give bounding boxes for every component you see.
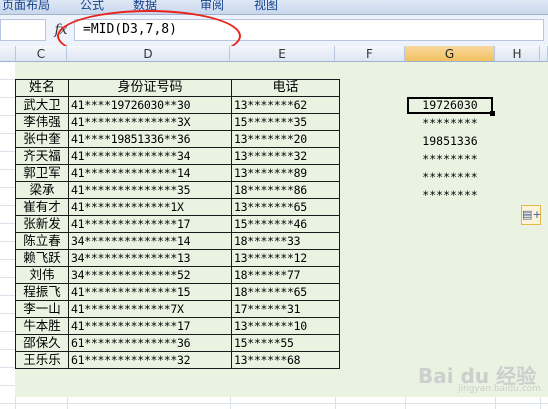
phone-cell[interactable]: 17******31 (231, 300, 340, 318)
watermark-url: jingyan.baidu.com (458, 384, 542, 394)
active-cell-g3[interactable]: 19726030 (407, 97, 493, 114)
phone-cell[interactable]: 18*******65 (231, 283, 340, 301)
header-id[interactable]: 身份证号码 (68, 79, 232, 97)
table-row: 刘伟 34**************52 18******77 (15, 266, 340, 284)
name-cell[interactable]: 程振飞 (15, 283, 69, 301)
table-row: 郭卫军 41**************14 13*******89 (15, 164, 340, 182)
watermark-logo: Bai du 经验 jingyan.baidu.com (418, 360, 546, 400)
phone-cell[interactable]: 18*******86 (231, 181, 340, 199)
id-cell[interactable]: 41**************35 (68, 181, 232, 199)
tab-formulas[interactable]: 公式 (80, 0, 104, 13)
phone-cell[interactable]: 13*******12 (231, 249, 340, 267)
phone-cell[interactable]: 15*******35 (231, 113, 340, 131)
id-cell[interactable]: 41**************3X (68, 113, 232, 131)
phone-cell[interactable]: 18******33 (231, 232, 340, 250)
column-header-e[interactable]: E (230, 46, 335, 62)
name-cell[interactable]: 刘伟 (15, 266, 69, 284)
name-cell[interactable]: 陈立春 (15, 232, 69, 250)
phone-cell[interactable]: 13*******10 (231, 317, 340, 335)
id-cell[interactable]: 41**************17 (68, 215, 232, 233)
table-row: 王乐乐 61**************32 13******68 (15, 351, 340, 369)
id-cell[interactable]: 41****19851336**36 (68, 130, 232, 148)
table-row: 赖飞跃 34**************13 13*******12 (15, 249, 340, 267)
id-cell[interactable]: 41*************1X (68, 198, 232, 216)
name-cell[interactable]: 邵保久 (15, 334, 69, 352)
ribbon-tabs: 页面布局 公式 数据 审阅 视图 (0, 0, 548, 15)
id-cell[interactable]: 34**************13 (68, 249, 232, 267)
name-cell[interactable]: 赖飞跃 (15, 249, 69, 267)
name-cell[interactable]: 齐天福 (15, 147, 69, 165)
name-box[interactable] (0, 19, 46, 41)
table-row: 张中奎 41****19851336**36 13*******20 (15, 130, 340, 148)
column-header-f[interactable]: F (335, 46, 405, 62)
id-cell[interactable]: 61**************36 (68, 334, 232, 352)
table-row: 李伟强 41**************3X 15*******35 (15, 113, 340, 131)
id-cell[interactable]: 41****19726030**30 (68, 96, 232, 114)
data-table: 姓名 身份证号码 电话 武大卫 41****19726030**30 13*****… (15, 79, 340, 369)
formula-bar: fx =MID(D3,7,8) (0, 15, 548, 47)
id-cell[interactable]: 34**************14 (68, 232, 232, 250)
column-header-d[interactable]: D (67, 46, 230, 62)
phone-cell[interactable]: 13*******20 (231, 130, 340, 148)
name-cell[interactable]: 李一山 (15, 300, 69, 318)
name-cell[interactable]: 梁承 (15, 181, 69, 199)
name-cell[interactable]: 郭卫军 (15, 164, 69, 182)
table-row: 邵保久 61**************36 15*****55 (15, 334, 340, 352)
id-cell[interactable]: 41**************17 (68, 317, 232, 335)
fill-handle[interactable] (490, 111, 495, 116)
fx-icon[interactable]: fx (50, 19, 72, 41)
table-row: 牛本胜 41**************17 13*******10 (15, 317, 340, 335)
phone-cell[interactable]: 13*******89 (231, 164, 340, 182)
id-cell[interactable]: 41**************15 (68, 283, 232, 301)
header-phone[interactable]: 电话 (231, 79, 340, 97)
name-cell[interactable]: 牛本胜 (15, 317, 69, 335)
header-name[interactable]: 姓名 (15, 79, 69, 97)
table-row: 陈立春 34**************14 18******33 (15, 232, 340, 250)
formula-input[interactable]: =MID(D3,7,8) (74, 19, 544, 41)
tab-view[interactable]: 视图 (254, 0, 278, 13)
select-all-corner[interactable] (0, 46, 16, 62)
phone-cell[interactable]: 13*******62 (231, 96, 340, 114)
name-cell[interactable]: 崔有才 (15, 198, 69, 216)
result-cell[interactable]: ******** (407, 115, 493, 132)
column-header-g[interactable]: G (405, 46, 495, 62)
name-cell[interactable]: 武大卫 (15, 96, 69, 114)
table-row: 梁承 41**************35 18*******86 (15, 181, 340, 199)
column-header-c[interactable]: C (16, 46, 67, 62)
table-row: 程振飞 41**************15 18*******65 (15, 283, 340, 301)
paste-options-icon[interactable]: ▤+ (521, 205, 542, 225)
phone-cell[interactable]: 15*******46 (231, 215, 340, 233)
table-row: 武大卫 41****19726030**30 13*******62 (15, 96, 340, 114)
table-row: 崔有才 41*************1X 13*******65 (15, 198, 340, 216)
name-cell[interactable]: 张新发 (15, 215, 69, 233)
phone-cell[interactable]: 13*******32 (231, 147, 340, 165)
id-cell[interactable]: 61**************32 (68, 351, 232, 369)
id-cell[interactable]: 41**************14 (68, 164, 232, 182)
result-cell[interactable]: ******** (407, 169, 493, 186)
table-row: 李一山 41*************7X 17******31 (15, 300, 340, 318)
table-row: 张新发 41**************17 15*******46 (15, 215, 340, 233)
name-cell[interactable]: 李伟强 (15, 113, 69, 131)
phone-cell[interactable]: 15*****55 (231, 334, 340, 352)
phone-cell[interactable]: 13*******65 (231, 198, 340, 216)
phone-cell[interactable]: 18******77 (231, 266, 340, 284)
column-header-i[interactable] (540, 46, 548, 62)
result-cell[interactable]: 19851336 (407, 133, 493, 150)
tab-page-layout[interactable]: 页面布局 (2, 0, 50, 13)
tab-review[interactable]: 审阅 (200, 0, 224, 13)
id-cell[interactable]: 34**************52 (68, 266, 232, 284)
name-cell[interactable]: 王乐乐 (15, 351, 69, 369)
tab-data[interactable]: 数据 (133, 0, 157, 13)
phone-cell[interactable]: 13******68 (231, 351, 340, 369)
table-row: 齐天福 41**************34 13*******32 (15, 147, 340, 165)
result-cell[interactable]: ******** (407, 151, 493, 168)
name-cell[interactable]: 张中奎 (15, 130, 69, 148)
id-cell[interactable]: 41**************34 (68, 147, 232, 165)
id-cell[interactable]: 41*************7X (68, 300, 232, 318)
result-cell[interactable]: ******** (407, 187, 493, 204)
column-header-h[interactable]: H (495, 46, 540, 62)
